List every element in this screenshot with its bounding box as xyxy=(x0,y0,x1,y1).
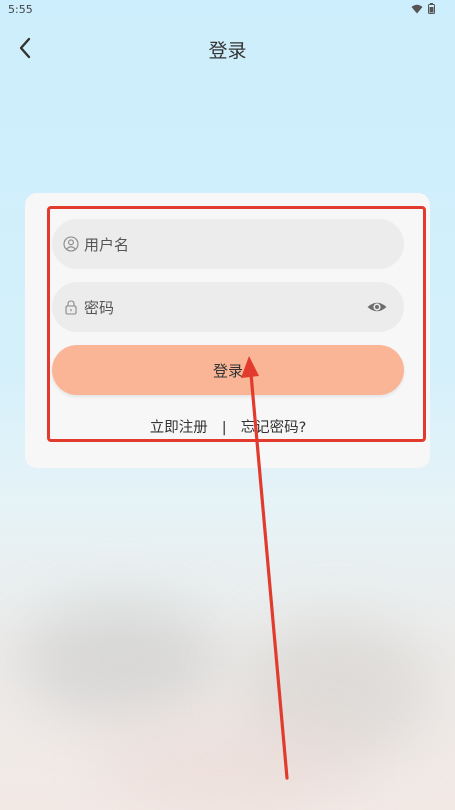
user-icon xyxy=(62,235,80,253)
lock-icon xyxy=(62,298,80,316)
wifi-icon xyxy=(411,4,423,13)
bg-blob-3 xyxy=(100,720,360,810)
login-button[interactable]: 登录 xyxy=(52,345,404,395)
username-field[interactable]: 用户名 xyxy=(52,219,404,269)
status-time: 5:55 xyxy=(8,3,33,16)
battery-icon xyxy=(428,3,435,14)
bottom-links: 立即注册 | 忘记密码? xyxy=(52,416,404,437)
status-icons xyxy=(411,3,435,14)
register-link[interactable]: 立即注册 xyxy=(150,416,208,437)
bg-blob-1 xyxy=(20,600,220,720)
password-placeholder: 密码 xyxy=(84,298,115,317)
links-separator: | xyxy=(221,420,227,436)
password-field[interactable]: 密码 xyxy=(52,282,404,332)
username-placeholder: 用户名 xyxy=(84,235,130,254)
eye-icon[interactable] xyxy=(366,296,388,318)
header: 登录 xyxy=(0,28,455,68)
page-title: 登录 xyxy=(208,40,247,62)
forgot-password-link[interactable]: 忘记密码? xyxy=(241,416,307,437)
status-bar: 5:55 xyxy=(0,0,455,20)
